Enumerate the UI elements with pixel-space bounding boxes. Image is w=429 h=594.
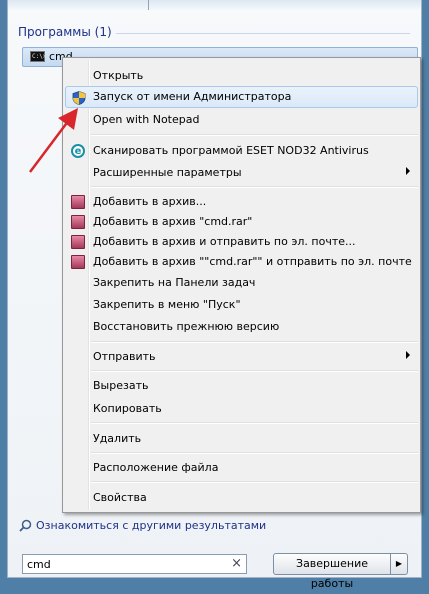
annotation-arrow-icon <box>29 108 78 173</box>
